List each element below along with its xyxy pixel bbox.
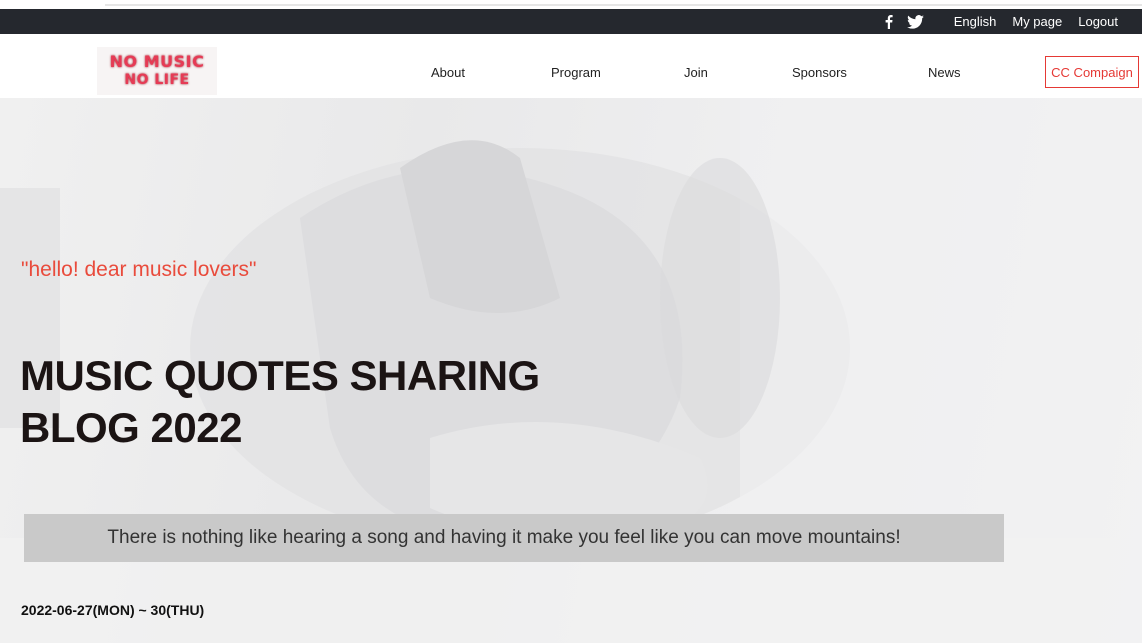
hero-greeting: "hello! dear music lovers" xyxy=(21,258,257,281)
hero-title-line-2: BLOG 2022 xyxy=(20,404,242,451)
nav-sponsors[interactable]: Sponsors xyxy=(792,65,847,80)
utility-bar: English My page Logout xyxy=(0,9,1142,34)
nav-program[interactable]: Program xyxy=(551,65,601,80)
quote-text: There is nothing like hearing a song and… xyxy=(107,527,901,548)
my-page-link[interactable]: My page xyxy=(1012,14,1062,29)
twitter-icon[interactable] xyxy=(906,14,924,29)
facebook-icon[interactable] xyxy=(884,14,893,29)
quote-box: There is nothing like hearing a song and… xyxy=(24,514,1004,562)
nav-join[interactable]: Join xyxy=(684,65,708,80)
top-strip xyxy=(0,0,1142,9)
hero-title: MUSIC QUOTES SHARING BLOG 2022 xyxy=(20,350,540,454)
site-logo[interactable]: NO MUSIC NO LIFE xyxy=(97,47,217,95)
cc-compaign-button[interactable]: CC Compaign xyxy=(1045,56,1139,88)
logout-link[interactable]: Logout xyxy=(1078,14,1118,29)
nav-news[interactable]: News xyxy=(928,65,961,80)
hero-section: "hello! dear music lovers" MUSIC QUOTES … xyxy=(0,98,1142,643)
event-date: 2022-06-27(MON) ~ 30(THU) xyxy=(21,602,205,618)
hero-title-line-1: MUSIC QUOTES SHARING xyxy=(20,352,540,399)
nav-about[interactable]: About xyxy=(431,65,465,80)
language-link[interactable]: English xyxy=(954,14,997,29)
logo-line-2: NO LIFE xyxy=(124,72,190,88)
main-header: NO MUSIC NO LIFE About Program Join Spon… xyxy=(0,34,1142,98)
logo-line-1: NO MUSIC xyxy=(109,52,205,71)
